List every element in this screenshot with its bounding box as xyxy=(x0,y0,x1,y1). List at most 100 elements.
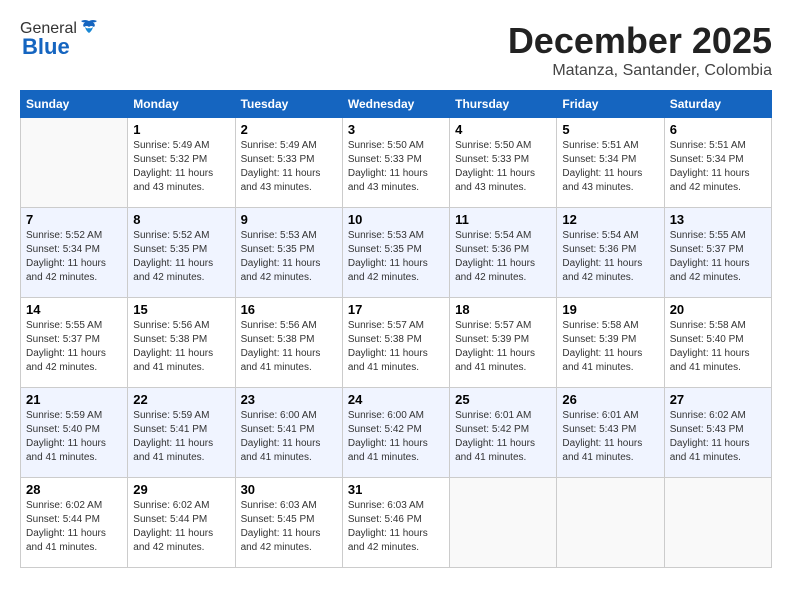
week-row-5: 28Sunrise: 6:02 AMSunset: 5:44 PMDayligh… xyxy=(21,478,772,568)
calendar-cell: 3Sunrise: 5:50 AMSunset: 5:33 PMDaylight… xyxy=(342,118,449,208)
calendar-cell: 15 Sunrise: 5:56 AMSunset: 5:38 PMDayligh… xyxy=(128,298,235,388)
day-number: 23 xyxy=(241,392,337,407)
day-info: Sunrise: 5:53 AMSunset: 5:35 PMDaylight:… xyxy=(241,229,337,285)
calendar-cell xyxy=(557,478,664,568)
calendar-cell: 27 Sunrise: 6:02 AMSunset: 5:43 PMDayligh… xyxy=(664,388,771,478)
day-number: 10 xyxy=(348,212,444,227)
day-info: Sunrise: 5:59 AMSunset: 5:40 PMDaylight:… xyxy=(26,409,122,465)
day-number: 24 xyxy=(348,392,444,407)
calendar-cell: 23 Sunrise: 6:00 AMSunset: 5:41 PMDayligh… xyxy=(235,388,342,478)
weekday-header-wednesday: Wednesday xyxy=(342,91,449,118)
day-number: 12 xyxy=(562,212,658,227)
logo-bird-icon xyxy=(79,19,99,35)
day-number: 21 xyxy=(26,392,122,407)
day-number: 2 xyxy=(241,122,337,137)
calendar-cell: 30Sunrise: 6:03 AMSunset: 5:45 PMDayligh… xyxy=(235,478,342,568)
weekday-header-monday: Monday xyxy=(128,91,235,118)
calendar-cell xyxy=(664,478,771,568)
calendar-cell: 18Sunrise: 5:57 AMSunset: 5:39 PMDayligh… xyxy=(450,298,557,388)
calendar-cell: 1Sunrise: 5:49 AMSunset: 5:32 PMDaylight… xyxy=(128,118,235,208)
day-number: 19 xyxy=(562,302,658,317)
calendar-cell: 17 Sunrise: 5:57 AMSunset: 5:38 PMDayligh… xyxy=(342,298,449,388)
header: General Blue December 2025 Matanza, Sant… xyxy=(20,20,772,80)
calendar-cell: 25 Sunrise: 6:01 AMSunset: 5:42 PMDayligh… xyxy=(450,388,557,478)
day-info: Sunrise: 6:03 AMSunset: 5:45 PMDaylight:… xyxy=(241,499,337,555)
location-subtitle: Matanza, Santander, Colombia xyxy=(508,62,772,80)
day-info: Sunrise: 5:58 AMSunset: 5:40 PMDaylight:… xyxy=(670,319,766,375)
calendar-cell: 20 Sunrise: 5:58 AMSunset: 5:40 PMDayligh… xyxy=(664,298,771,388)
day-info: Sunrise: 6:02 AMSunset: 5:43 PMDaylight:… xyxy=(670,409,766,465)
day-info: Sunrise: 5:51 AMSunset: 5:34 PMDaylight:… xyxy=(670,139,766,195)
title-area: December 2025 Matanza, Santander, Colomb… xyxy=(508,20,772,80)
calendar-cell xyxy=(450,478,557,568)
day-number: 7 xyxy=(26,212,122,227)
calendar-body: 1Sunrise: 5:49 AMSunset: 5:32 PMDaylight… xyxy=(21,118,772,568)
day-info: Sunrise: 5:54 AMSunset: 5:36 PMDaylight:… xyxy=(455,229,551,285)
month-title: December 2025 xyxy=(508,20,772,62)
day-number: 22 xyxy=(133,392,229,407)
day-number: 20 xyxy=(670,302,766,317)
calendar-cell: 19 Sunrise: 5:58 AMSunset: 5:39 PMDayligh… xyxy=(557,298,664,388)
day-number: 3 xyxy=(348,122,444,137)
day-info: Sunrise: 6:01 AMSunset: 5:42 PMDaylight:… xyxy=(455,409,551,465)
logo-blue-text: Blue xyxy=(22,34,70,60)
day-info: Sunrise: 6:02 AMSunset: 5:44 PMDaylight:… xyxy=(26,499,122,555)
calendar-table: SundayMondayTuesdayWednesdayThursdayFrid… xyxy=(20,90,772,568)
week-row-4: 21 Sunrise: 5:59 AMSunset: 5:40 PMDayligh… xyxy=(21,388,772,478)
day-info: Sunrise: 6:00 AMSunset: 5:41 PMDaylight:… xyxy=(241,409,337,465)
day-info: Sunrise: 5:52 AMSunset: 5:35 PMDaylight:… xyxy=(133,229,229,285)
day-info: Sunrise: 5:55 AMSunset: 5:37 PMDaylight:… xyxy=(26,319,122,375)
day-info: Sunrise: 5:49 AMSunset: 5:32 PMDaylight:… xyxy=(133,139,229,195)
calendar-cell: 8 Sunrise: 5:52 AMSunset: 5:35 PMDaylight… xyxy=(128,208,235,298)
calendar-cell: 28Sunrise: 6:02 AMSunset: 5:44 PMDayligh… xyxy=(21,478,128,568)
calendar-cell: 7 Sunrise: 5:52 AMSunset: 5:34 PMDaylight… xyxy=(21,208,128,298)
day-info: Sunrise: 6:02 AMSunset: 5:44 PMDaylight:… xyxy=(133,499,229,555)
day-info: Sunrise: 5:55 AMSunset: 5:37 PMDaylight:… xyxy=(670,229,766,285)
day-number: 25 xyxy=(455,392,551,407)
day-number: 29 xyxy=(133,482,229,497)
day-number: 31 xyxy=(348,482,444,497)
day-number: 17 xyxy=(348,302,444,317)
week-row-3: 14Sunrise: 5:55 AMSunset: 5:37 PMDayligh… xyxy=(21,298,772,388)
day-info: Sunrise: 5:52 AMSunset: 5:34 PMDaylight:… xyxy=(26,229,122,285)
logo: General Blue xyxy=(20,20,99,60)
weekday-header-thursday: Thursday xyxy=(450,91,557,118)
day-info: Sunrise: 5:57 AMSunset: 5:38 PMDaylight:… xyxy=(348,319,444,375)
day-info: Sunrise: 5:50 AMSunset: 5:33 PMDaylight:… xyxy=(455,139,551,195)
calendar-cell: 11 Sunrise: 5:54 AMSunset: 5:36 PMDayligh… xyxy=(450,208,557,298)
day-number: 4 xyxy=(455,122,551,137)
day-info: Sunrise: 6:03 AMSunset: 5:46 PMDaylight:… xyxy=(348,499,444,555)
week-row-1: 1Sunrise: 5:49 AMSunset: 5:32 PMDaylight… xyxy=(21,118,772,208)
calendar-cell: 26 Sunrise: 6:01 AMSunset: 5:43 PMDayligh… xyxy=(557,388,664,478)
day-number: 11 xyxy=(455,212,551,227)
day-info: Sunrise: 6:01 AMSunset: 5:43 PMDaylight:… xyxy=(562,409,658,465)
weekday-header-sunday: Sunday xyxy=(21,91,128,118)
day-info: Sunrise: 5:56 AMSunset: 5:38 PMDaylight:… xyxy=(133,319,229,375)
day-number: 8 xyxy=(133,212,229,227)
day-number: 6 xyxy=(670,122,766,137)
weekday-header-row: SundayMondayTuesdayWednesdayThursdayFrid… xyxy=(21,91,772,118)
weekday-header-friday: Friday xyxy=(557,91,664,118)
day-number: 27 xyxy=(670,392,766,407)
weekday-header-tuesday: Tuesday xyxy=(235,91,342,118)
day-info: Sunrise: 5:58 AMSunset: 5:39 PMDaylight:… xyxy=(562,319,658,375)
calendar-cell: 6 Sunrise: 5:51 AMSunset: 5:34 PMDaylight… xyxy=(664,118,771,208)
calendar-cell: 5Sunrise: 5:51 AMSunset: 5:34 PMDaylight… xyxy=(557,118,664,208)
calendar-cell: 14Sunrise: 5:55 AMSunset: 5:37 PMDayligh… xyxy=(21,298,128,388)
calendar-cell: 31 Sunrise: 6:03 AMSunset: 5:46 PMDayligh… xyxy=(342,478,449,568)
day-info: Sunrise: 5:57 AMSunset: 5:39 PMDaylight:… xyxy=(455,319,551,375)
day-info: Sunrise: 5:54 AMSunset: 5:36 PMDaylight:… xyxy=(562,229,658,285)
day-number: 15 xyxy=(133,302,229,317)
day-number: 26 xyxy=(562,392,658,407)
calendar-cell: 22 Sunrise: 5:59 AMSunset: 5:41 PMDayligh… xyxy=(128,388,235,478)
week-row-2: 7 Sunrise: 5:52 AMSunset: 5:34 PMDaylight… xyxy=(21,208,772,298)
day-info: Sunrise: 5:49 AMSunset: 5:33 PMDaylight:… xyxy=(241,139,337,195)
day-number: 13 xyxy=(670,212,766,227)
calendar-cell: 4 Sunrise: 5:50 AMSunset: 5:33 PMDaylight… xyxy=(450,118,557,208)
day-info: Sunrise: 6:00 AMSunset: 5:42 PMDaylight:… xyxy=(348,409,444,465)
calendar-cell: 10Sunrise: 5:53 AMSunset: 5:35 PMDayligh… xyxy=(342,208,449,298)
calendar-cell: 9Sunrise: 5:53 AMSunset: 5:35 PMDaylight… xyxy=(235,208,342,298)
calendar-cell: 24 Sunrise: 6:00 AMSunset: 5:42 PMDayligh… xyxy=(342,388,449,478)
day-info: Sunrise: 5:59 AMSunset: 5:41 PMDaylight:… xyxy=(133,409,229,465)
calendar-cell: 12 Sunrise: 5:54 AMSunset: 5:36 PMDayligh… xyxy=(557,208,664,298)
